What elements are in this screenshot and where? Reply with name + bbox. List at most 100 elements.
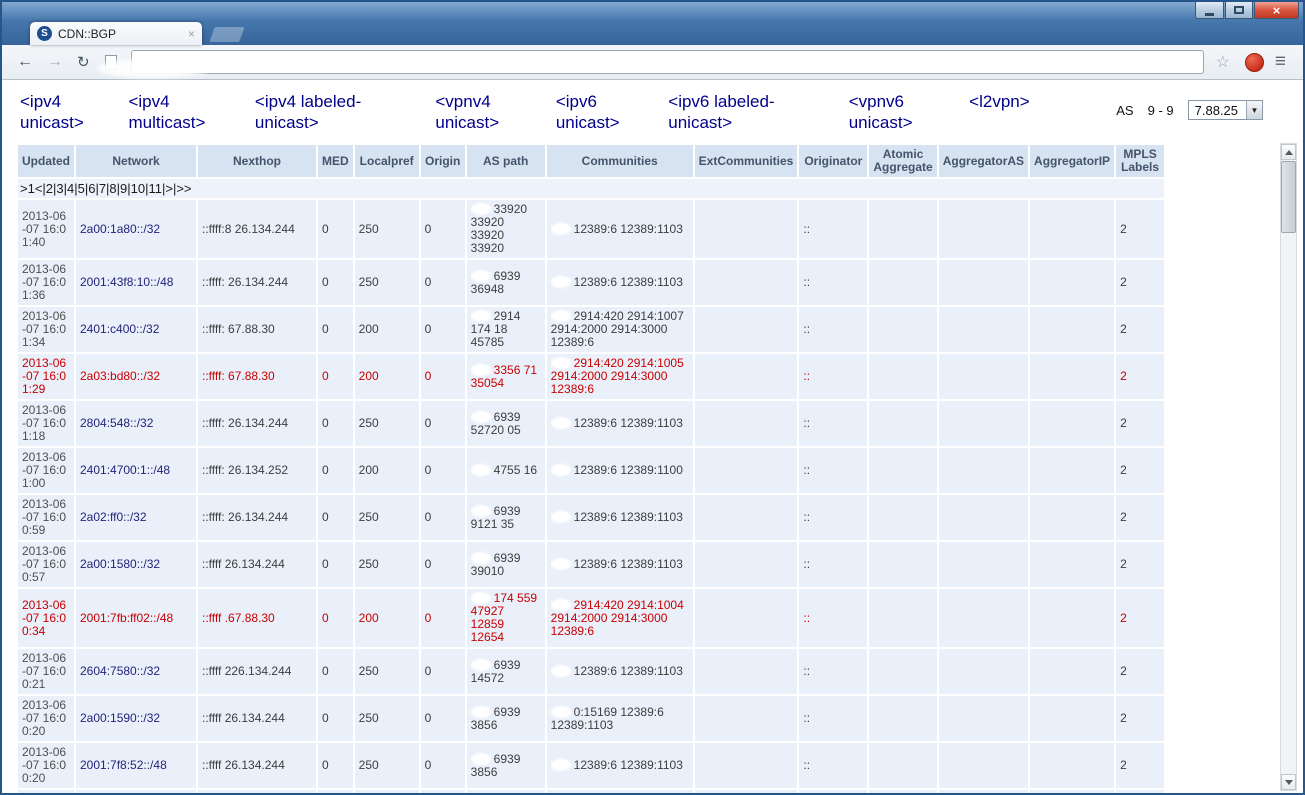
cell-network[interactable]: 2a00:1a80::/32 [76, 200, 196, 258]
table-row: 2013-06-07 16:00:342001:7fb:ff02::/48::f… [18, 589, 1164, 647]
cell-network[interactable] [76, 790, 196, 793]
cell-aggregator_as [939, 542, 1028, 587]
window-maximize-button[interactable] [1225, 2, 1253, 19]
address-input[interactable] [140, 54, 1195, 71]
cell-origin: 0 [421, 542, 465, 587]
cell-mpls_labels: 2 [1116, 401, 1164, 446]
cell-originator: :: [799, 696, 867, 741]
table-header-row: UpdatedNetworkNexthopMEDLocalprefOriginA… [18, 145, 1164, 177]
tab-title: CDN::BGP [58, 27, 182, 41]
cell-updated: 2013-06-07 16:01:29 [18, 354, 74, 399]
cell-network[interactable]: 2a02:ff0::/32 [76, 495, 196, 540]
cell-aggregator_ip [1030, 354, 1114, 399]
address-bar[interactable] [131, 50, 1204, 74]
cell-updated: 2013-06-07 16:00:20 [18, 743, 74, 788]
window-controls: × [1195, 2, 1299, 19]
cell-updated: 2013-06-07 16:01:18 [18, 401, 74, 446]
dropdown-arrow-icon[interactable]: ▼ [1246, 101, 1262, 119]
cell-nexthop: ::ffff:8 26.134.244 [198, 200, 316, 258]
extension-icon[interactable] [1245, 53, 1264, 72]
cell-ext_communities [695, 354, 798, 399]
cell-nexthop: ::ffff: 67.88.30 [198, 307, 316, 352]
column-header-as_path: AS path [467, 145, 545, 177]
cell-mpls_labels: 2 [1116, 743, 1164, 788]
back-button[interactable]: ← [17, 53, 33, 71]
column-header-atomic_aggregate: Atomic Aggregate [869, 145, 936, 177]
nav-ipv4-labeled-unicast[interactable]: <ipv4 labeled-unicast> [255, 92, 407, 133]
nav-vpnv6-unicast[interactable]: <vpnv6 unicast> [849, 92, 941, 133]
cell-nexthop [198, 790, 316, 793]
cell-ext_communities [695, 743, 798, 788]
browser-tab[interactable]: S CDN::BGP × [30, 22, 202, 45]
column-header-localpref: Localpref [355, 145, 419, 177]
cell-as_path: 6939 39010 [467, 542, 545, 587]
cell-mpls_labels: 2 [1116, 200, 1164, 258]
nav-ipv6-unicast[interactable]: <ipv6 unicast> [556, 92, 640, 133]
cell-localpref: 250 [355, 542, 419, 587]
cell-nexthop: ::ffff .67.88.30 [198, 589, 316, 647]
cell-originator: :: [799, 448, 867, 493]
cell-nexthop: ::ffff 26.134.244 [198, 743, 316, 788]
cell-communities [547, 790, 693, 793]
new-tab-button[interactable] [209, 27, 244, 42]
peer-selector[interactable]: AS 9 - 9 7.88.25 ▼ [1116, 100, 1263, 120]
tab-close-icon[interactable]: × [188, 27, 195, 41]
cell-origin: 0 [421, 401, 465, 446]
cell-originator: :: [799, 743, 867, 788]
scrollbar-thumb[interactable] [1281, 161, 1296, 233]
forward-button[interactable]: → [47, 53, 63, 71]
column-header-network: Network [76, 145, 196, 177]
nav-l2vpn[interactable]: <l2vpn> [969, 92, 1030, 113]
cell-network[interactable]: 2401:c400::/32 [76, 307, 196, 352]
window-close-button[interactable]: × [1254, 2, 1299, 19]
tab-strip: S CDN::BGP × [2, 21, 1303, 45]
bookmark-star-icon[interactable]: ☆ [1216, 52, 1230, 72]
cell-aggregator_as [939, 307, 1028, 352]
nav-ipv4-unicast[interactable]: <ipv4 unicast> [20, 92, 100, 133]
nav-ipv4-multicast[interactable]: <ipv4 multicast> [128, 92, 226, 133]
peer-as-label: AS [1116, 103, 1133, 118]
cell-aggregator_ip [1030, 200, 1114, 258]
cell-mpls_labels: 2 [1116, 696, 1164, 741]
table-row: 2013-06-07 16:00:202001:7f8:52::/48::fff… [18, 743, 1164, 788]
cell-origin: 0 [421, 200, 465, 258]
pagination[interactable]: >1<|2|3|4|5|6|7|8|9|10|11|>|>> [18, 179, 1164, 198]
cell-network[interactable]: 2604:7580::/32 [76, 649, 196, 694]
cell-network[interactable]: 2001:43f8:10::/48 [76, 260, 196, 305]
cell-aggregator_as [939, 354, 1028, 399]
scroll-down-button[interactable] [1281, 774, 1296, 790]
cell-network[interactable]: 2401:4700:1::/48 [76, 448, 196, 493]
cell-as_path: 6939 3856 [467, 743, 545, 788]
column-header-mpls_labels: MPLS Labels [1116, 145, 1164, 177]
window-minimize-button[interactable] [1195, 2, 1224, 19]
cell-aggregator_as [939, 448, 1028, 493]
scroll-up-button[interactable] [1281, 144, 1296, 160]
cell-mpls_labels: 2 [1116, 542, 1164, 587]
reload-button[interactable]: ↻ [77, 53, 90, 71]
cell-network[interactable]: 2804:548::/32 [76, 401, 196, 446]
cell-ext_communities [695, 448, 798, 493]
cell-network[interactable]: 2a00:1590::/32 [76, 696, 196, 741]
cell-network[interactable]: 2a03:bd80::/32 [76, 354, 196, 399]
cell-med: 0 [318, 589, 353, 647]
cell-network[interactable]: 2a00:1580::/32 [76, 542, 196, 587]
cell-nexthop: ::ffff: 26.134.244 [198, 495, 316, 540]
menu-icon[interactable]: ≡ [1275, 51, 1286, 73]
page-scrollbar[interactable] [1280, 143, 1297, 791]
cell-atomic_aggregate [869, 495, 936, 540]
cell-network[interactable]: 2001:7fb:ff02::/48 [76, 589, 196, 647]
nav-vpnv4-unicast[interactable]: <vpnv4 unicast> [435, 92, 527, 133]
peer-select-box[interactable]: 7.88.25 ▼ [1188, 100, 1263, 120]
cell-localpref: 250 [355, 200, 419, 258]
table-row: 2013-06-07 16:01:342401:c400::/32::ffff:… [18, 307, 1164, 352]
nav-ipv6-labeled-unicast[interactable]: <ipv6 labeled-unicast> [668, 92, 820, 133]
window-titlebar[interactable]: × [2, 2, 1303, 21]
cell-ext_communities [695, 589, 798, 647]
cell-atomic_aggregate [869, 542, 936, 587]
cell-ext_communities [695, 649, 798, 694]
cell-localpref: 250 [355, 260, 419, 305]
cell-aggregator_as [939, 401, 1028, 446]
cell-aggregator_as [939, 743, 1028, 788]
column-header-communities: Communities [547, 145, 693, 177]
cell-network[interactable]: 2001:7f8:52::/48 [76, 743, 196, 788]
